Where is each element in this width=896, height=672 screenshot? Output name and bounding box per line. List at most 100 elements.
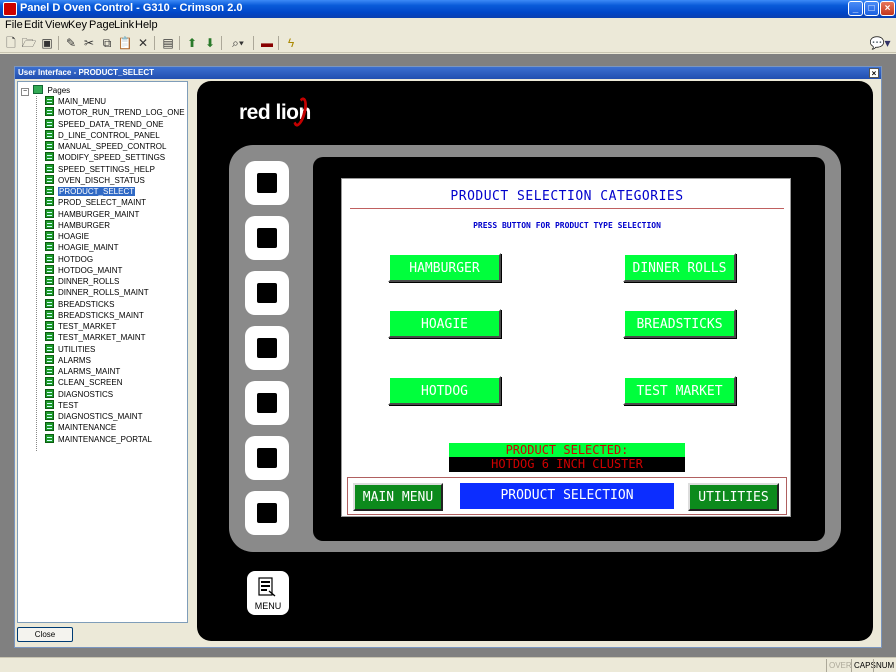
breadsticks-button[interactable]: BREADSTICKS xyxy=(623,309,736,338)
tree-item[interactable]: HOAGIE_MAINT xyxy=(45,242,118,253)
open-folder-icon[interactable]: 🗁 xyxy=(21,35,37,51)
tree-item[interactable]: HOTDOG_MAINT xyxy=(45,264,122,276)
tree-item[interactable]: MAINTENANCE_PORTAL xyxy=(45,433,152,445)
tree-item[interactable]: ALARMS_MAINT xyxy=(45,366,120,377)
tree-item-label: HOAGIE xyxy=(58,232,90,241)
tree-item[interactable]: MODIFY_SPEED_SETTINGS xyxy=(45,152,165,163)
toolbar-separator xyxy=(221,36,222,50)
soft-key-5[interactable] xyxy=(245,381,289,425)
page-icon xyxy=(45,242,54,252)
tree-item[interactable]: HAMBURGER xyxy=(45,219,110,231)
utilities-button[interactable]: UTILITIES xyxy=(688,483,779,511)
tree-item[interactable]: MOTOR_RUN_TREND_LOG_ONE xyxy=(45,107,185,118)
menu-key[interactable]: Key xyxy=(68,19,87,31)
lightning-icon[interactable]: ϟ xyxy=(283,35,299,51)
page-icon xyxy=(45,343,54,353)
cut-icon[interactable]: ✂ xyxy=(81,35,97,51)
tree-item[interactable]: DIAGNOSTICS_MAINT xyxy=(45,411,142,422)
soft-key-1[interactable] xyxy=(245,161,289,205)
tree-item[interactable]: TEST xyxy=(45,399,79,411)
window-title: Panel D Oven Control - G310 - Crimson 2.… xyxy=(20,2,243,14)
tree-item-label: TEST xyxy=(58,400,79,410)
tree-item[interactable]: MAIN_MENU xyxy=(45,96,106,107)
hamburger-button[interactable]: HAMBURGER xyxy=(388,253,501,282)
tree-item[interactable]: BREADSTICKS xyxy=(45,298,114,310)
menu-help[interactable]: Help xyxy=(135,19,158,31)
menu-view[interactable]: View xyxy=(45,19,69,31)
close-window-button[interactable]: × xyxy=(880,1,895,16)
page-icon xyxy=(45,298,54,308)
hotdog-button[interactable]: HOTDOG xyxy=(388,376,501,405)
maximize-button[interactable]: □ xyxy=(864,1,879,16)
zoom-icon[interactable]: ⌕▾ xyxy=(226,35,250,51)
tree-item[interactable]: HOAGIE xyxy=(45,231,89,242)
tree-item[interactable]: UTILITIES xyxy=(45,343,96,355)
monitor-icon[interactable]: ▬ xyxy=(259,35,275,51)
dinner-rolls-button[interactable]: DINNER ROLLS xyxy=(623,253,736,282)
view-icon[interactable]: ▤ xyxy=(160,35,176,51)
close-button[interactable]: Close xyxy=(17,627,73,642)
menu-file[interactable]: File xyxy=(5,19,23,31)
tree-item[interactable]: TEST_MARKET_MAINT xyxy=(45,332,146,343)
down-arrow-icon[interactable]: ⬇ xyxy=(202,35,218,51)
up-arrow-icon[interactable]: ⬆ xyxy=(184,35,200,51)
tree-item[interactable]: DINNER_ROLLS xyxy=(45,276,119,287)
menu-page[interactable]: Page xyxy=(89,19,115,31)
tree-item[interactable]: CLEAN_SCREEN xyxy=(45,377,122,388)
soft-key-2[interactable] xyxy=(245,216,289,260)
tree-item[interactable]: SPEED_DATA_TREND_ONE xyxy=(45,118,164,130)
tree-item[interactable]: TEST_MARKET xyxy=(45,321,116,332)
tree-item-label: MODIFY_SPEED_SETTINGS xyxy=(58,153,166,163)
product-selected-label: PRODUCT SELECTED: xyxy=(449,443,685,457)
help-balloon-icon[interactable]: 💬▾ xyxy=(868,35,892,51)
hoagie-button[interactable]: HOAGIE xyxy=(388,309,501,338)
tree-item-label: MAINTENANCE xyxy=(58,423,117,433)
soft-key-7[interactable] xyxy=(245,491,289,535)
tree-item[interactable]: BREADSTICKS_MAINT xyxy=(45,309,144,321)
display-title: PRODUCT SELECTION CATEGORIES xyxy=(450,189,684,204)
child-close-icon[interactable]: × xyxy=(869,68,879,78)
page-icon xyxy=(45,129,54,139)
page-icon xyxy=(45,366,54,375)
tree-item[interactable]: HAMBURGER_MAINT xyxy=(45,208,139,220)
status-bar: OVER CAPS NUM xyxy=(0,657,896,672)
page-icon xyxy=(45,208,54,218)
menu-key[interactable]: MENU xyxy=(247,571,289,615)
menu-link[interactable]: Link xyxy=(114,19,134,31)
delete-icon[interactable]: ✕ xyxy=(135,35,151,51)
minimize-button[interactable]: _ xyxy=(848,1,863,16)
tree-item[interactable]: DINNER_ROLLS_MAINT xyxy=(45,287,149,298)
menu-key-icon xyxy=(258,577,276,597)
page-icon xyxy=(45,399,54,409)
tree-item-label: UTILITIES xyxy=(58,344,96,354)
tree-item-label: BREADSTICKS_MAINT xyxy=(58,310,144,320)
page-icon xyxy=(45,231,54,240)
tree-item[interactable]: ALARMS xyxy=(45,354,91,366)
new-file-icon[interactable]: 🗋 xyxy=(3,35,19,51)
tree-item[interactable]: SPEED_SETTINGS_HELP xyxy=(45,163,155,175)
soft-key-6[interactable] xyxy=(245,436,289,480)
test-market-button[interactable]: TEST MARKET xyxy=(623,376,736,405)
pen-icon[interactable]: ✎ xyxy=(63,35,79,51)
tree-item[interactable]: D_LINE_CONTROL_PANEL xyxy=(45,129,160,141)
tree-root-label: Pages xyxy=(47,86,71,95)
collapse-icon[interactable]: − xyxy=(21,88,29,96)
page-icon xyxy=(45,332,54,342)
soft-key-3[interactable] xyxy=(245,271,289,315)
tree-item[interactable]: MANUAL_SPEED_CONTROL xyxy=(45,141,166,152)
tree-root[interactable]: − Pages xyxy=(21,85,70,96)
main-menu-button[interactable]: MAIN MENU xyxy=(353,483,443,511)
tree-item[interactable]: PRODUCT_SELECT xyxy=(45,186,136,197)
soft-key-4[interactable] xyxy=(245,326,289,370)
tree-item[interactable]: MAINTENANCE xyxy=(45,422,116,433)
copy-icon[interactable]: ⧉ xyxy=(99,35,115,51)
paste-icon[interactable]: 📋 xyxy=(117,35,133,51)
page-icon xyxy=(45,422,54,432)
tree-item[interactable]: PROD_SELECT_MAINT xyxy=(45,197,146,208)
tree-item[interactable]: OVEN_DISCH_STATUS xyxy=(45,174,145,186)
menu-edit[interactable]: Edit xyxy=(24,19,43,31)
tree-item[interactable]: HOTDOG xyxy=(45,253,93,265)
save-icon[interactable]: ▣ xyxy=(39,35,55,51)
tree-item[interactable]: DIAGNOSTICS xyxy=(45,388,113,400)
child-window-title: User Interface - PRODUCT_SELECT xyxy=(18,68,155,77)
